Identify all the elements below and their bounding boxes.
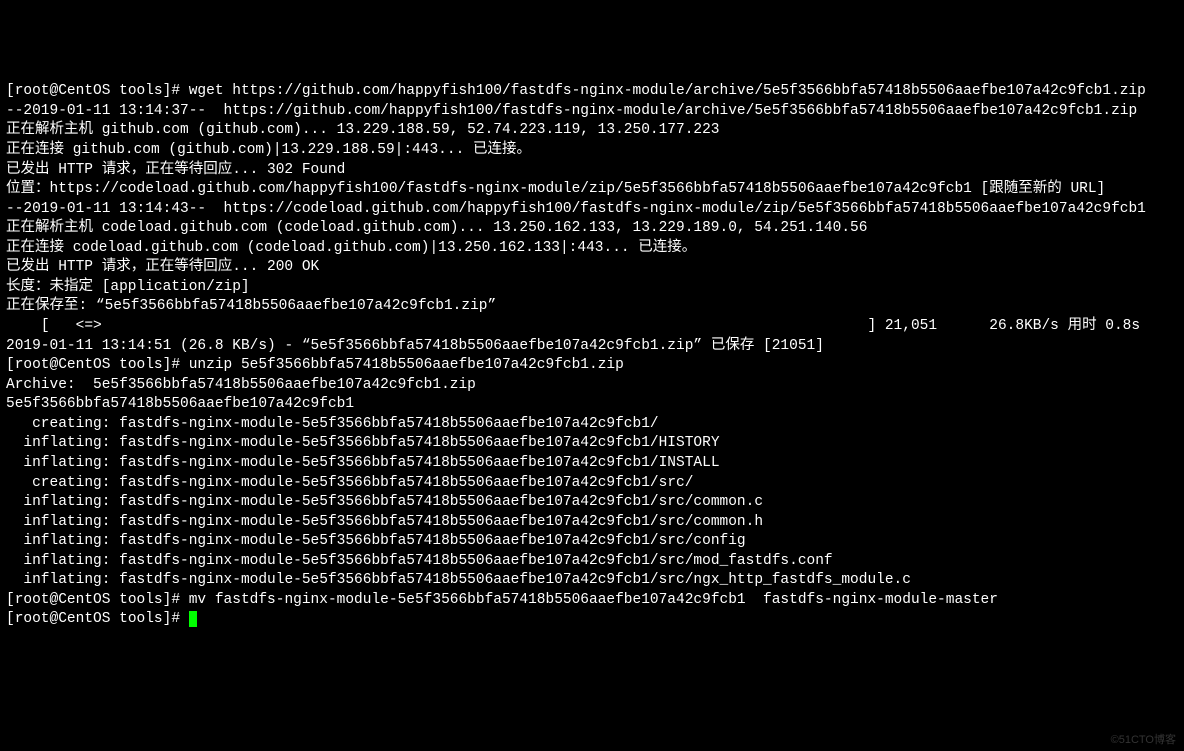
watermark-text: ©51CTO博客 xyxy=(1111,733,1176,748)
terminal-line: --2019-01-11 13:14:37-- https://github.c… xyxy=(6,102,1178,122)
terminal-line: 5e5f3566bbfa57418b5506aaefbe107a42c9fcb1 xyxy=(6,395,1178,415)
terminal-line: inflating: fastdfs-nginx-module-5e5f3566… xyxy=(6,493,1178,513)
terminal-line: inflating: fastdfs-nginx-module-5e5f3566… xyxy=(6,513,1178,533)
terminal-line: Archive: 5e5f3566bbfa57418b5506aaefbe107… xyxy=(6,376,1178,396)
terminal-line: [root@CentOS tools]# mv fastdfs-nginx-mo… xyxy=(6,591,1178,611)
terminal-line: 长度：未指定 [application/zip] xyxy=(6,278,1178,298)
terminal-line: [root@CentOS tools]# xyxy=(6,610,1178,630)
terminal-line: inflating: fastdfs-nginx-module-5e5f3566… xyxy=(6,532,1178,552)
terminal-line: 已发出 HTTP 请求，正在等待回应... 200 OK xyxy=(6,258,1178,278)
terminal-line: 已发出 HTTP 请求，正在等待回应... 302 Found xyxy=(6,161,1178,181)
terminal-line: 正在连接 github.com (github.com)|13.229.188.… xyxy=(6,141,1178,161)
terminal-line: inflating: fastdfs-nginx-module-5e5f3566… xyxy=(6,454,1178,474)
terminal-line: [ <=> ] 21,051 26.8KB/s 用时 0.8s xyxy=(6,317,1178,337)
terminal-output[interactable]: [root@CentOS tools]# wget https://github… xyxy=(6,82,1178,630)
terminal-line: --2019-01-11 13:14:43-- https://codeload… xyxy=(6,200,1178,220)
terminal-line: [root@CentOS tools]# wget https://github… xyxy=(6,82,1178,102)
terminal-line: inflating: fastdfs-nginx-module-5e5f3566… xyxy=(6,552,1178,572)
cursor-icon xyxy=(189,611,197,627)
terminal-line: 正在保存至: “5e5f3566bbfa57418b5506aaefbe107a… xyxy=(6,297,1178,317)
terminal-line: 2019-01-11 13:14:51 (26.8 KB/s) - “5e5f3… xyxy=(6,337,1178,357)
terminal-line: inflating: fastdfs-nginx-module-5e5f3566… xyxy=(6,434,1178,454)
terminal-line: [root@CentOS tools]# unzip 5e5f3566bbfa5… xyxy=(6,356,1178,376)
terminal-line: 正在解析主机 codeload.github.com (codeload.git… xyxy=(6,219,1178,239)
terminal-line: 位置：https://codeload.github.com/happyfish… xyxy=(6,180,1178,200)
terminal-line: creating: fastdfs-nginx-module-5e5f3566b… xyxy=(6,474,1178,494)
terminal-line: inflating: fastdfs-nginx-module-5e5f3566… xyxy=(6,571,1178,591)
terminal-line: 正在连接 codeload.github.com (codeload.githu… xyxy=(6,239,1178,259)
terminal-line: creating: fastdfs-nginx-module-5e5f3566b… xyxy=(6,415,1178,435)
terminal-line: 正在解析主机 github.com (github.com)... 13.229… xyxy=(6,121,1178,141)
